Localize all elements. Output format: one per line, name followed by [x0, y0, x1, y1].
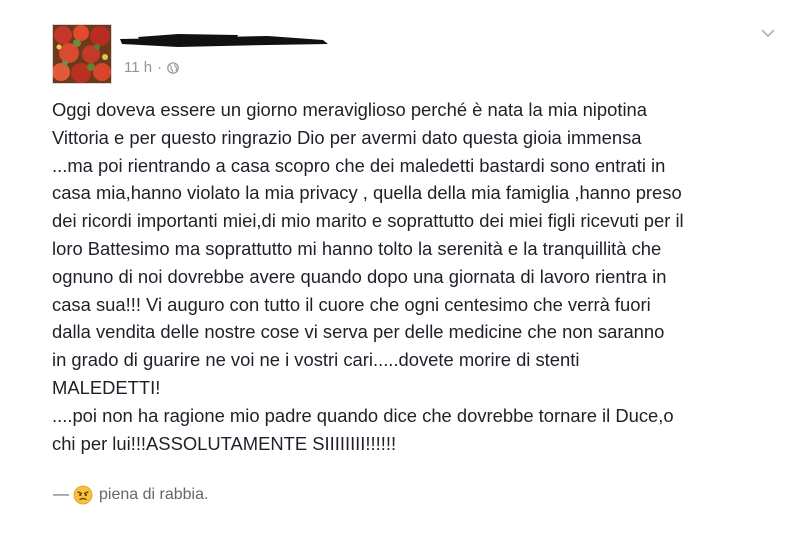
post-meta: 11 h ·	[124, 59, 179, 76]
post-line: casa sua!!! Vi auguro con tutto il cuore…	[52, 293, 651, 315]
facebook-post: 11 h · Oggi doveva essere un giorno mera…	[0, 0, 800, 544]
post-body: Oggi doveva essere un giorno meraviglios…	[52, 96, 792, 457]
avatar-image	[53, 25, 111, 83]
feeling-activity: — piena di rabbia.	[53, 485, 208, 505]
globe-icon[interactable]	[167, 61, 179, 74]
post-line: Vittoria e per questo ringrazio Dio per …	[52, 126, 642, 148]
meta-separator: ·	[157, 59, 163, 76]
avatar[interactable]	[52, 24, 112, 84]
post-line: MALEDETTI!	[52, 376, 161, 398]
post-line: ...ma poi rientrando a casa scopro che d…	[52, 154, 666, 176]
post-line: loro Battesimo ma soprattutto mi hanno t…	[52, 237, 662, 259]
feeling-text[interactable]: piena di rabbia.	[99, 486, 208, 504]
redacted-name	[120, 34, 328, 47]
post-line: ....poi non ha ragione mio padre quando …	[52, 404, 674, 426]
post-line: Oggi doveva essere un giorno meraviglios…	[52, 99, 647, 120]
chevron-down-icon[interactable]	[760, 28, 776, 38]
post-line: dei ricordi importanti miei,di mio marit…	[52, 210, 684, 232]
post-line: ognuno di noi dovrebbe avere quando dopo…	[52, 265, 667, 287]
post-time[interactable]: 11 h	[124, 59, 152, 76]
post-line: in grado di guarire ne voi ne i vostri c…	[52, 349, 580, 371]
post-line: casa mia,hanno violato la mia privacy , …	[52, 182, 682, 204]
angry-face-icon	[73, 485, 93, 505]
post-line: dalla vendita delle nostre cose vi serva…	[52, 321, 665, 343]
post-line: chi per lui!!!ASSOLUTAMENTE SIIIIIIII!!!…	[52, 432, 397, 454]
feeling-dash: —	[53, 486, 69, 503]
